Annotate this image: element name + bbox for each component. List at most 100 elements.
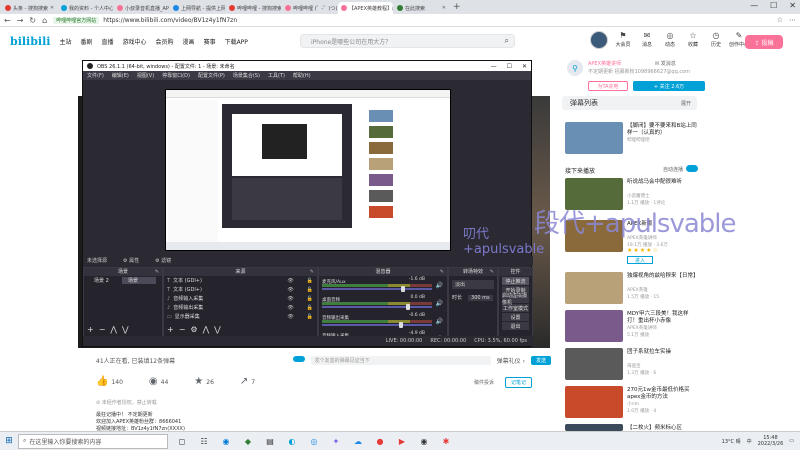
video-author[interactable]: 哔哩哔哩吧 — [627, 137, 650, 143]
danmu-etiquette-link[interactable]: 弹幕礼仪 › — [497, 356, 525, 365]
video-thumbnail[interactable] — [565, 122, 623, 154]
nav-manga[interactable]: 漫画 — [183, 37, 195, 46]
scene-item-selected[interactable]: 场景 — [122, 277, 156, 284]
taskbar-search[interactable]: ⌕ 在这里输入你要搜索的内容 — [18, 433, 168, 449]
forward-icon[interactable]: → — [17, 16, 24, 25]
volume-slider-knob[interactable] — [401, 286, 406, 292]
video-thumbnail[interactable] — [565, 386, 623, 418]
reload-icon[interactable]: ↻ — [29, 16, 36, 25]
danmu-list-toggle[interactable]: 弹幕列表 展开 — [562, 96, 697, 110]
video-title[interactable]: 270元1w金币最低价格买apex金币的方法 — [627, 387, 699, 401]
source-item[interactable]: ♪ 音频输入采集 👁 🔓 — [164, 294, 317, 303]
weather[interactable]: 13°C 晴 — [722, 438, 741, 445]
browser-tab[interactable]: 小叔录音机直播_APEX英雄直播✕ — [114, 2, 169, 14]
taskbar-app-icon[interactable]: ◉ — [416, 435, 432, 447]
obs-menu-item[interactable]: 停靠窗口(D) — [162, 72, 190, 79]
nav-anime[interactable]: 番剧 — [80, 37, 92, 46]
follow-button[interactable]: + 关注 2.6万 — [633, 81, 705, 91]
bookmark-star-icon[interactable]: ☆ — [777, 16, 783, 24]
report-link[interactable]: 稿件投诉 — [474, 379, 494, 386]
share-button[interactable]: ↗ 7 — [240, 376, 255, 387]
taskbar-app-icon[interactable]: ☁ — [350, 435, 366, 447]
taskbar-app-icon[interactable]: ◉ — [218, 435, 234, 447]
lock-icon[interactable]: 🔓 — [307, 305, 313, 311]
source-item[interactable]: ♪ 音频输出采集 👁 🔓 — [164, 303, 317, 312]
taskbar-app-icon[interactable]: ◻ — [174, 435, 190, 447]
url-text[interactable]: https://www.bilibili.com/video/BV1z4y1fN… — [103, 17, 237, 24]
minimize-button[interactable]: — — [750, 1, 758, 10]
obs-menu-item[interactable]: 视图(V) — [137, 72, 154, 79]
video-author[interactable]: 小恶魔博士 — [627, 193, 650, 199]
volume-slider[interactable] — [322, 324, 432, 326]
visibility-eye-icon[interactable]: 👁 — [287, 278, 293, 284]
taskbar-app-icon[interactable]: ● — [372, 435, 388, 447]
upload-button[interactable]: ⇪ 投稿 — [745, 35, 783, 49]
browser-tab[interactable]: 哔哩哔哩 - 搜狗搜索✕ — [226, 2, 281, 14]
add-source-button[interactable]: + — [167, 325, 174, 334]
video-thumbnail[interactable] — [565, 272, 623, 304]
browser-menu-icon[interactable]: ⋯ — [789, 16, 796, 24]
url-field[interactable]: 哔哩哔哩官方网站 https://www.bilibili.com/video/… — [53, 16, 237, 24]
charge-button[interactable]: 为TA充电 — [588, 81, 628, 91]
recommended-video[interactable]: 270元1w金币最低价格买apex金币的方法 小rim 1.0万 播放 · 4 — [565, 386, 700, 420]
taskbar-app-icon[interactable]: ▤ — [262, 435, 278, 447]
nav-shop[interactable]: 会员购 — [156, 37, 174, 46]
obs-menu-item[interactable]: 配置文件(P) — [198, 72, 225, 79]
visibility-eye-icon[interactable]: 👁 — [287, 296, 293, 302]
close-window-button[interactable]: ✕ — [789, 1, 796, 10]
header-vip-button[interactable]: ⚑ 大会员 — [612, 31, 634, 48]
video-thumbnail[interactable] — [565, 348, 623, 380]
obs-title-bar[interactable]: OBS 26.1.1 (64-bit, windows) - 配置文件: 1 -… — [83, 61, 531, 71]
coin-button[interactable]: ◉ 44 — [149, 376, 168, 387]
language-indicator[interactable]: 中 — [747, 438, 752, 445]
nav-esports[interactable]: 赛事 — [204, 37, 216, 46]
clock[interactable]: 15:48 2022/3/26 — [758, 435, 784, 447]
source-item[interactable]: T 文本 (GDI+) 👁 🔓 — [164, 285, 317, 294]
obs-menu-item[interactable]: 工具(T) — [268, 72, 285, 79]
note-button[interactable]: 记笔记 — [505, 377, 533, 388]
video-author[interactable]: APEX英雄讲师 — [627, 325, 657, 331]
video-title[interactable]: 独爆视角的兹哈穆来【日常】 — [627, 273, 699, 280]
video-thumbnail[interactable] — [565, 424, 623, 431]
taskbar-app-icon[interactable]: ✦ — [328, 435, 344, 447]
video-title[interactable]: 【脚闭】要不要来和B站上同样一（认真的） — [627, 123, 699, 137]
nav-home[interactable]: 主站 — [59, 37, 71, 46]
source-settings-icon[interactable]: ⚙ — [190, 325, 197, 334]
video-title[interactable]: 团子系就拉车实操 — [627, 349, 699, 356]
notifications-icon[interactable]: ▭ — [789, 438, 794, 444]
move-down-button[interactable]: ⋁ — [122, 325, 129, 334]
obs-preview[interactable] — [165, 89, 451, 251]
move-up-button[interactable]: ⋀ — [110, 325, 117, 334]
obs-maximize-button[interactable]: ☐ — [507, 63, 512, 70]
taskbar-app-icon[interactable]: ✱ — [438, 435, 454, 447]
stop-streaming-button[interactable]: 停止推流 — [502, 277, 529, 285]
lock-icon[interactable]: 🔓 — [307, 278, 313, 284]
volume-slider[interactable] — [322, 306, 432, 308]
back-icon[interactable]: ← — [4, 16, 11, 25]
volume-slider-knob[interactable] — [405, 304, 410, 310]
browser-tab[interactable]: 头条 - 搜狗搜索 ✕ — [2, 2, 57, 14]
taskbar-app-icon[interactable]: ◆ — [240, 435, 256, 447]
lock-icon[interactable]: 🔓 — [307, 287, 313, 293]
taskbar-app-icon[interactable]: ◐ — [284, 435, 300, 447]
lock-icon[interactable]: 🔓 — [307, 296, 313, 302]
danmu-send-button[interactable]: 发送 — [530, 355, 551, 365]
move-up-button[interactable]: ⋀ — [203, 325, 210, 334]
speaker-icon[interactable]: 🔊 — [436, 282, 443, 289]
enter-button[interactable]: 进入 — [627, 256, 653, 264]
close-tab-icon[interactable]: ✕ — [442, 5, 446, 11]
search-icon[interactable]: ⌕ — [505, 36, 509, 46]
source-item[interactable]: T 文本 (GDI+) 👁 🔓 — [164, 276, 317, 285]
home-icon[interactable]: ⌂ — [42, 16, 47, 25]
volume-slider[interactable] — [322, 288, 432, 290]
volume-slider-knob[interactable] — [399, 322, 403, 328]
like-button[interactable]: 👍 140 — [96, 376, 123, 387]
obs-menu-item[interactable]: 文件(F) — [87, 72, 104, 79]
taskbar-app-icon[interactable]: ☷ — [196, 435, 212, 447]
source-item[interactable]: ▭ 显示器采集 👁 🔓 — [164, 312, 317, 321]
filters-button[interactable]: ⚙ 滤镜 — [155, 257, 171, 264]
up-name[interactable]: APEX英雄讲师 — [588, 60, 621, 67]
danmu-input[interactable]: 发个友善的弹幕见证当下 — [310, 355, 491, 365]
video-author[interactable]: 小rim — [627, 401, 639, 407]
recommended-video[interactable]: MDY甲六三段美！我这样打！重出杯小赤像 APEX英雄讲师 5.1万 播放 — [565, 310, 700, 344]
